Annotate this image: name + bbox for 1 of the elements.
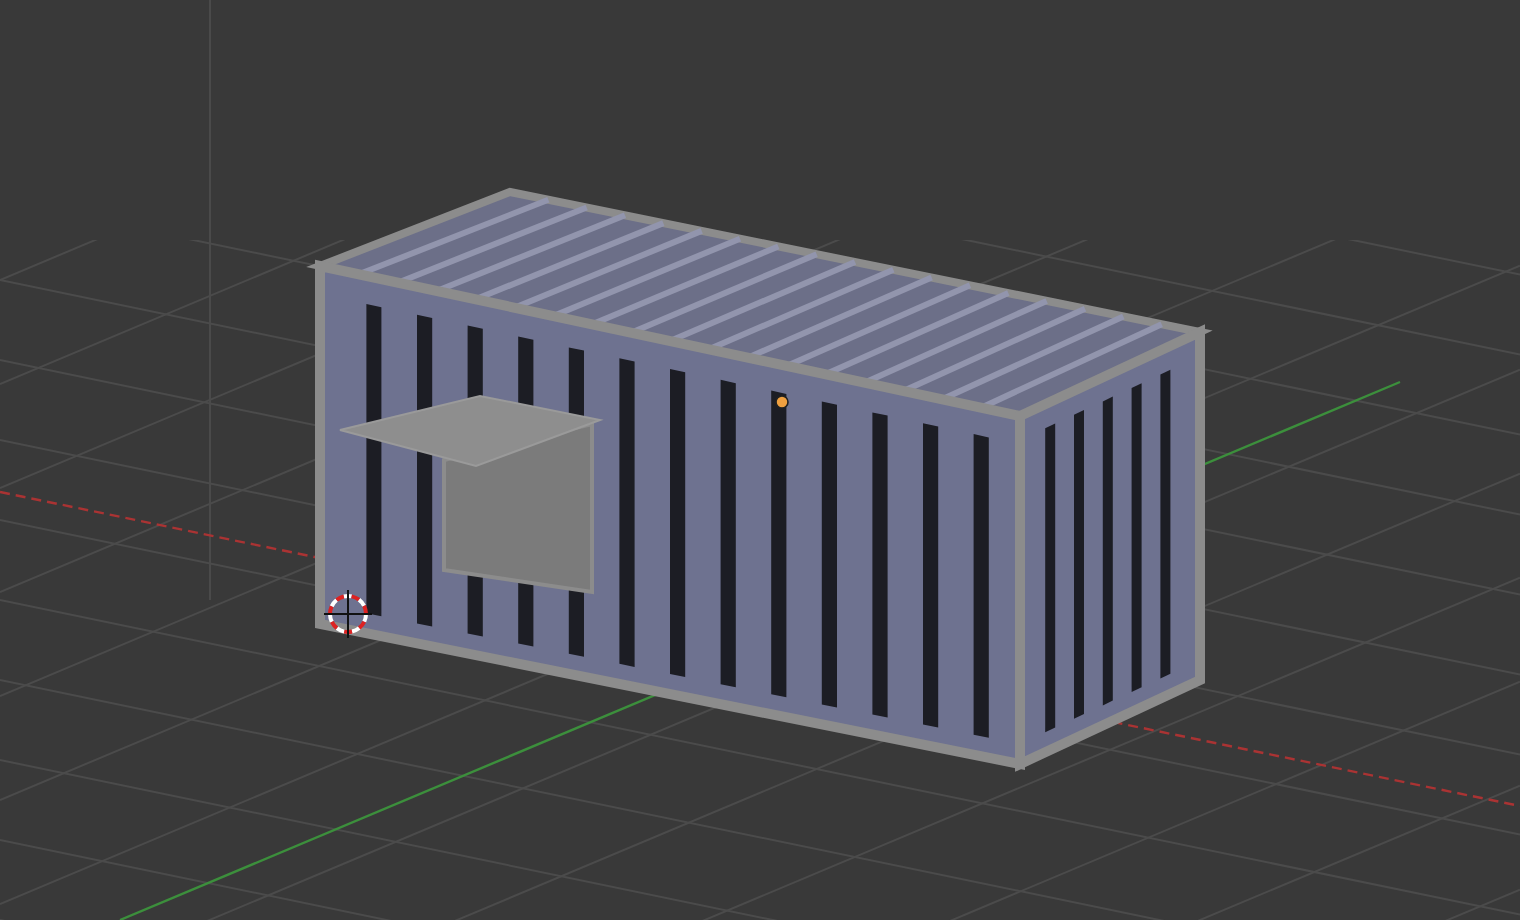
cursor-icon[interactable]: [323, 589, 373, 639]
